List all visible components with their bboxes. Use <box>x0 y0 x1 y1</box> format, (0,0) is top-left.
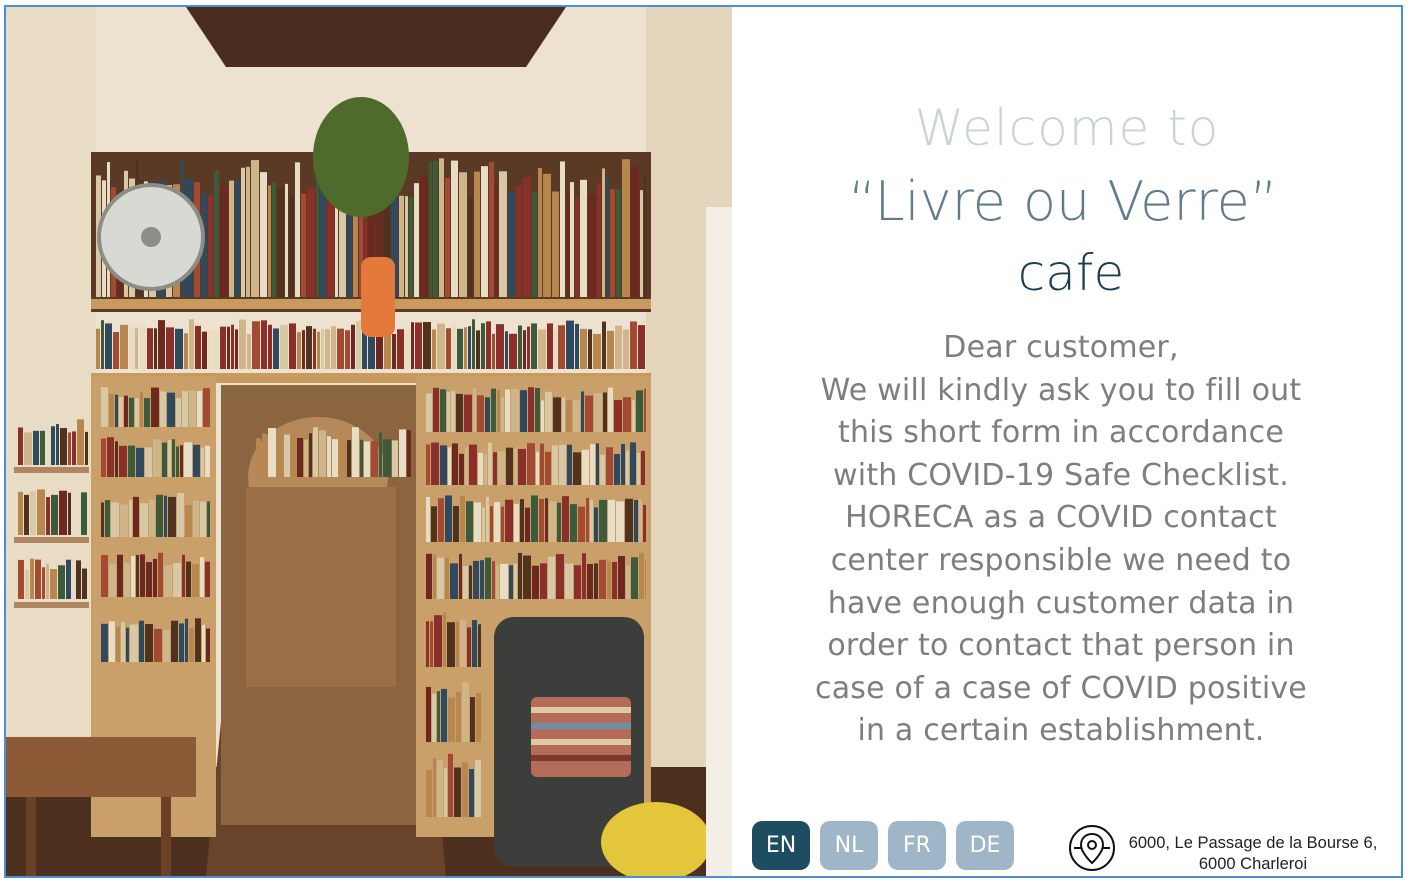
address-line-2: 6000 Charleroi <box>1198 855 1308 873</box>
cafe-interior-illustration <box>6 7 732 876</box>
location-pin-logo-icon <box>1069 825 1115 871</box>
message-line: center responsible we need to <box>830 542 1292 578</box>
welcome-line-3: cafe <box>1017 244 1125 302</box>
message-line: in a certain establishment. <box>857 713 1265 749</box>
message-line: HORECA as a COVID contact <box>845 500 1277 536</box>
welcome-line-1: Welcome to <box>914 99 1220 157</box>
message-line: We will kindly ask you to fill out <box>820 372 1302 408</box>
covid-message: Dear customer, We will kindly ask you to… <box>773 327 1349 753</box>
welcome-panel: Welcome to “Livre ou Verre” cafe Dear cu… <box>733 7 1401 876</box>
language-selector: EN NL FR DE <box>752 821 1014 870</box>
address-block: 6000, Le Passage de la Bourse 6, 6000 Ch… <box>1068 823 1398 875</box>
lang-button-en[interactable]: EN <box>752 821 810 870</box>
message-line: with COVID-19 Safe Checklist. <box>833 457 1289 493</box>
address-text: 6000, Le Passage de la Bourse 6, 6000 Ch… <box>1118 833 1388 875</box>
address-line-1: 6000, Le Passage de la Bourse 6, <box>1128 834 1378 852</box>
cafe-name: “Livre ou Verre” <box>848 170 1278 233</box>
message-line: this short form in accordance <box>837 415 1284 451</box>
cafe-interior-photo <box>6 7 732 876</box>
lang-button-fr[interactable]: FR <box>888 821 946 870</box>
message-line: case of a case of COVID positive <box>815 670 1307 706</box>
lang-button-nl[interactable]: NL <box>820 821 878 870</box>
message-line: order to contact that person in <box>827 628 1295 664</box>
message-line: Dear customer, <box>943 330 1179 365</box>
message-line: have enough customer data in <box>827 585 1295 621</box>
lang-button-de[interactable]: DE <box>956 821 1014 870</box>
